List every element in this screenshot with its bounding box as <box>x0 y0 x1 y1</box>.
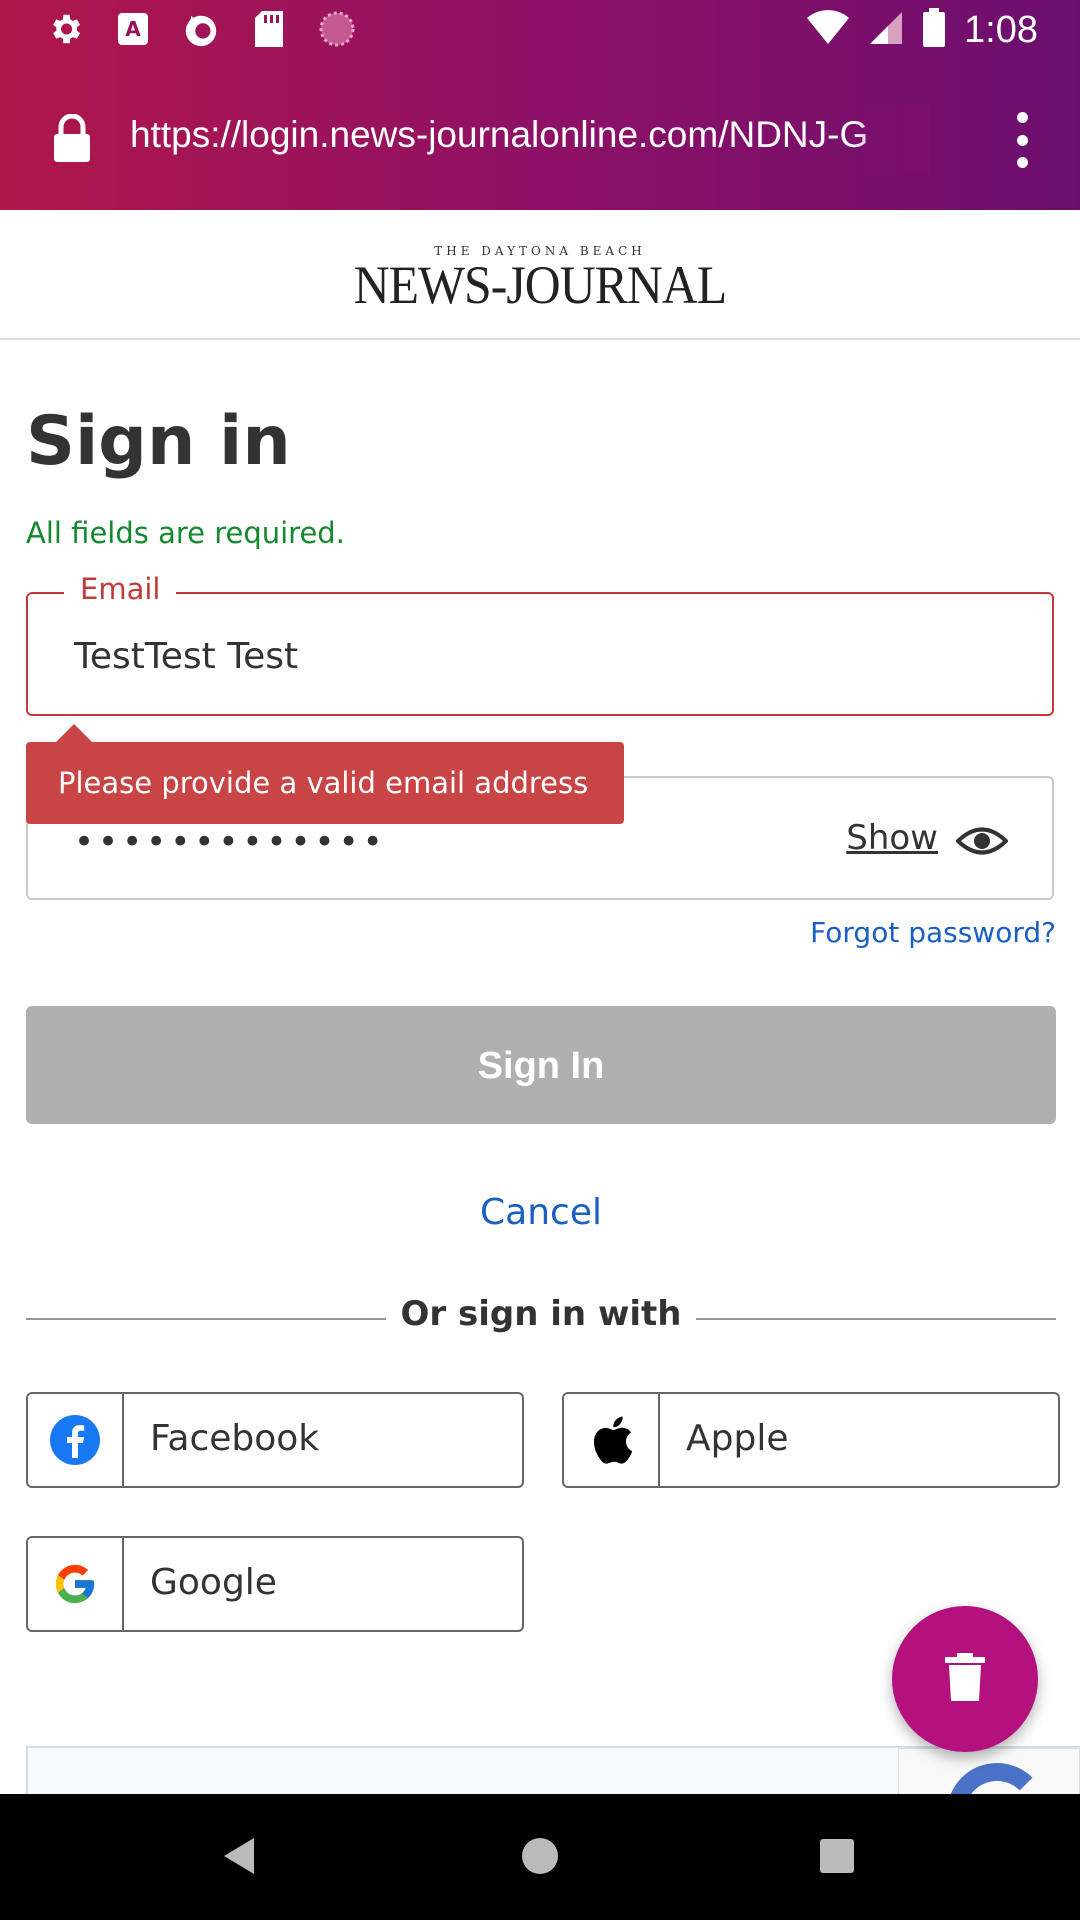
status-bar: A 1:08 <box>0 0 1080 64</box>
apple-label: Apple <box>686 1418 789 1459</box>
show-password-link[interactable]: Show <box>846 818 938 858</box>
facebook-button[interactable]: Facebook <box>26 1392 524 1488</box>
url-text[interactable]: https://login.news-journalonline.com/NDN… <box>130 114 920 156</box>
google-icon <box>28 1538 124 1630</box>
google-button[interactable]: Google <box>26 1536 524 1632</box>
email-error-tooltip: Please provide a valid email address <box>26 742 624 824</box>
site-logo[interactable]: NEWS-JOURNAL <box>43 254 1037 316</box>
system-nav-bar <box>0 1794 1080 1920</box>
or-divider: Or sign in with <box>26 1294 1056 1344</box>
loading-icon <box>318 10 356 48</box>
firefox-icon <box>182 10 220 48</box>
wifi-icon <box>806 10 850 50</box>
page-title: Sign in <box>26 402 291 481</box>
email-field[interactable]: Email TestTest Test <box>26 572 1054 716</box>
error-tooltip-arrow <box>56 724 92 742</box>
sd-card-icon <box>250 10 288 48</box>
recents-icon[interactable] <box>820 1839 854 1873</box>
delete-fab-button[interactable] <box>892 1606 1038 1752</box>
browser-chrome: A 1:08 https://login.news-journalonline.… <box>0 0 1080 210</box>
password-input[interactable]: ••••••••••••• <box>74 822 387 862</box>
cancel-link[interactable]: Cancel <box>26 1192 1056 1233</box>
apple-button[interactable]: Apple <box>562 1392 1060 1488</box>
required-note: All fields are required. <box>26 516 345 550</box>
text-a-icon: A <box>114 10 152 48</box>
settings-icon <box>46 10 84 48</box>
site-header: THE DAYTONA BEACH NEWS-JOURNAL <box>0 210 1080 340</box>
status-time: 1:08 <box>964 8 1038 51</box>
divider-text: Or sign in with <box>400 1294 682 1334</box>
email-input[interactable]: TestTest Test <box>74 636 298 677</box>
url-fade <box>850 104 930 174</box>
forgot-password-link[interactable]: Forgot password? <box>810 916 1056 949</box>
more-vert-icon[interactable] <box>1014 112 1030 168</box>
url-bar[interactable]: https://login.news-journalonline.com/NDN… <box>0 84 1080 194</box>
apple-icon <box>564 1394 660 1486</box>
back-icon[interactable] <box>224 1838 254 1874</box>
facebook-icon <box>28 1394 124 1486</box>
trash-icon <box>945 1653 985 1705</box>
signal-icon <box>868 10 904 50</box>
sign-in-button[interactable]: Sign In <box>26 1006 1056 1124</box>
svg-text:A: A <box>125 17 141 41</box>
divider-line-right <box>696 1318 1056 1320</box>
battery-icon <box>922 8 946 52</box>
email-label: Email <box>64 572 177 606</box>
lock-icon <box>52 113 92 164</box>
google-label: Google <box>150 1562 277 1603</box>
home-icon[interactable] <box>522 1838 558 1874</box>
eye-icon[interactable] <box>955 824 1009 858</box>
facebook-label: Facebook <box>150 1418 320 1459</box>
